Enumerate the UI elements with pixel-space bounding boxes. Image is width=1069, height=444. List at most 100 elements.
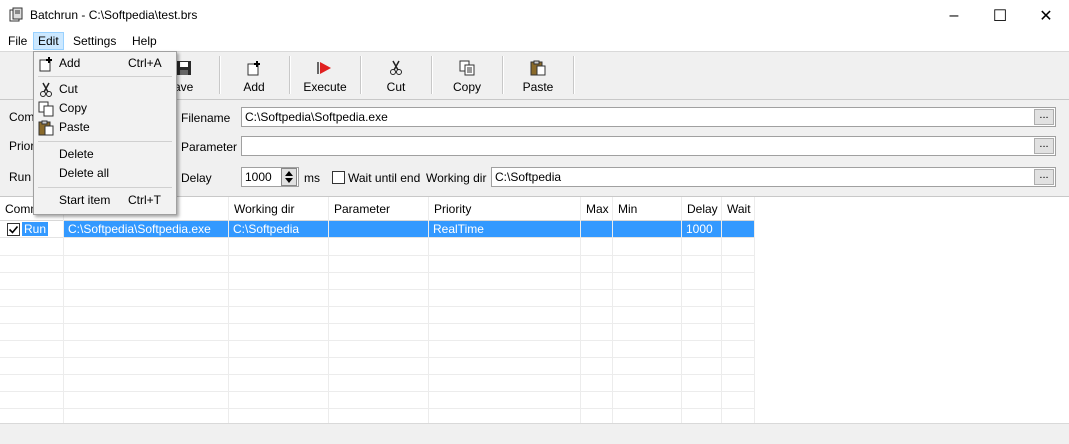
grid-line xyxy=(681,197,682,424)
column-header-max[interactable]: Max xyxy=(581,197,613,221)
menu-separator xyxy=(38,76,172,77)
menu-item-cut[interactable]: Cut xyxy=(34,80,176,99)
workdir-label: Working dir xyxy=(426,171,487,185)
menu-item-start-item-shortcut: Ctrl+T xyxy=(128,193,161,207)
grid-line xyxy=(754,197,755,424)
cell-delay: 1000 xyxy=(682,221,722,238)
grid-line xyxy=(0,374,754,375)
menu-item-delete-label: Delete xyxy=(59,147,94,161)
menu-item-start-item-label: Start item xyxy=(59,193,111,207)
grid-line xyxy=(63,197,64,424)
minimize-button[interactable]: – xyxy=(931,0,977,31)
batch-items-table[interactable]: Comm Working dir Parameter Priority Max … xyxy=(0,196,1069,424)
add-icon xyxy=(247,61,260,76)
cell-max xyxy=(581,221,613,238)
paste-icon xyxy=(530,60,546,76)
column-header-delay[interactable]: Delay xyxy=(682,197,722,221)
column-header-min[interactable]: Min xyxy=(613,197,682,221)
grid-line xyxy=(0,289,754,290)
parameter-field[interactable] xyxy=(241,136,1056,156)
menu-bar: File Edit Settings Help xyxy=(0,31,1069,51)
cell-parameter xyxy=(329,221,429,238)
status-bar xyxy=(0,423,1069,444)
grid-line xyxy=(0,255,754,256)
filename-label: Filename xyxy=(181,111,231,125)
menu-item-add-shortcut: Ctrl+A xyxy=(128,56,162,70)
column-header-parameter[interactable]: Parameter xyxy=(329,197,429,221)
edit-menu-dropdown: Add Ctrl+A Cut Copy Paste Delete Delete … xyxy=(33,51,177,215)
grid-line xyxy=(0,357,754,358)
filename-browse-button[interactable]: ... xyxy=(1034,109,1054,125)
delay-unit: ms xyxy=(304,171,320,185)
menu-help[interactable]: Help xyxy=(128,33,161,50)
menu-edit[interactable]: Edit xyxy=(33,32,64,50)
column-header-working-dir[interactable]: Working dir xyxy=(229,197,329,221)
menu-file[interactable]: File xyxy=(4,33,31,50)
grid-line xyxy=(580,197,581,424)
scissors-icon xyxy=(40,82,52,97)
toolbar-separator xyxy=(573,56,575,94)
grid-line xyxy=(612,197,613,424)
grid-line xyxy=(721,197,722,424)
save-icon xyxy=(177,61,191,75)
row-enabled-checkbox[interactable] xyxy=(7,223,20,236)
execute-button-label: Execute xyxy=(303,80,347,94)
cut-button[interactable]: Cut xyxy=(362,55,430,97)
paste-button[interactable]: Paste xyxy=(504,55,572,97)
copy-button-label: Copy xyxy=(452,80,481,94)
add-button[interactable]: Add xyxy=(220,55,288,97)
add-button-label: Add xyxy=(243,80,265,94)
workdir-browse-button[interactable]: ... xyxy=(1034,169,1054,185)
delay-value: 1000 xyxy=(245,170,272,184)
paste-icon xyxy=(38,120,54,136)
workdir-value: C:\Softpedia xyxy=(495,170,562,184)
grid-line xyxy=(328,197,329,424)
table-row[interactable]: Run C:\Softpedia\Softpedia.exe C:\Softpe… xyxy=(0,221,755,238)
execute-button[interactable]: Execute xyxy=(291,55,359,97)
menu-item-delete-all[interactable]: Delete all xyxy=(34,164,176,183)
filename-value: C:\Softpedia\Softpedia.exe xyxy=(245,110,388,124)
paste-button-label: Paste xyxy=(522,80,554,94)
copy-icon xyxy=(459,60,475,76)
menu-item-add[interactable]: Add Ctrl+A xyxy=(34,54,176,73)
cell-priority: RealTime xyxy=(429,221,581,238)
close-button[interactable]: ✕ xyxy=(1023,0,1069,31)
maximize-button[interactable]: ☐ xyxy=(977,0,1023,31)
copy-icon xyxy=(38,101,54,117)
menu-item-paste-label: Paste xyxy=(59,120,90,134)
menu-item-add-label: Add xyxy=(59,56,81,70)
column-header-wait[interactable]: Wait xyxy=(722,197,755,221)
cut-button-label: Cut xyxy=(386,80,406,94)
grid-line xyxy=(0,340,754,341)
menu-item-paste[interactable]: Paste xyxy=(34,118,176,137)
wait-checkbox[interactable] xyxy=(332,171,345,184)
copy-button[interactable]: Copy xyxy=(433,55,501,97)
cell-wait xyxy=(722,221,755,238)
menu-item-cut-label: Cut xyxy=(59,82,78,96)
workdir-field[interactable]: C:\Softpedia xyxy=(491,167,1056,187)
grid-line xyxy=(0,391,754,392)
grid-line xyxy=(0,306,754,307)
grid-line xyxy=(228,197,229,424)
command-value: Run xyxy=(22,222,49,236)
parameter-label: Parameter xyxy=(181,140,238,154)
cell-filename: C:\Softpedia\Softpedia.exe xyxy=(64,221,229,238)
cell-working-dir: C:\Softpedia xyxy=(229,221,329,238)
menu-item-delete[interactable]: Delete xyxy=(34,145,176,164)
checkmark-icon xyxy=(8,225,19,234)
column-header-priority[interactable]: Priority xyxy=(429,197,581,221)
batchrun-app-icon xyxy=(9,7,23,22)
menu-item-copy[interactable]: Copy xyxy=(34,99,176,118)
window-title: Batchrun - C:\Softpedia\test.brs xyxy=(30,8,198,22)
filename-field[interactable]: C:\Softpedia\Softpedia.exe xyxy=(241,107,1056,127)
parameter-browse-button[interactable]: ... xyxy=(1034,138,1054,154)
wait-label: Wait until end xyxy=(348,171,421,185)
grid-line xyxy=(0,323,754,324)
add-icon xyxy=(39,57,52,72)
execute-icon xyxy=(317,62,331,74)
menu-settings[interactable]: Settings xyxy=(69,33,120,50)
menu-item-start-item[interactable]: Start item Ctrl+T xyxy=(34,191,176,210)
menu-separator xyxy=(38,187,172,188)
delay-spin-button[interactable] xyxy=(281,168,297,186)
menu-separator xyxy=(38,141,172,142)
